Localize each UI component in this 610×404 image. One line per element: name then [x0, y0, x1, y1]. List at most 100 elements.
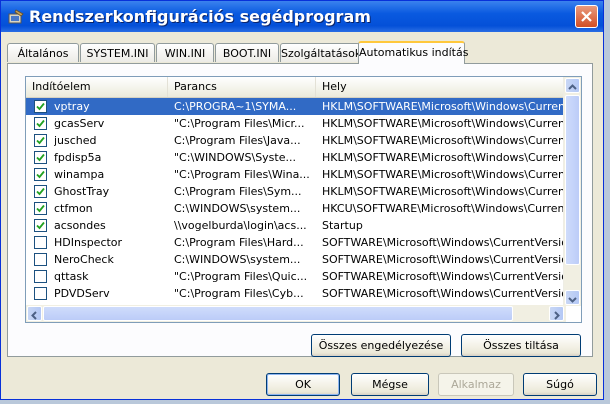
- tab-system-ini[interactable]: SYSTEM.INI: [80, 43, 155, 62]
- startup-item-location: SOFTWARE\Microsoft\Windows\CurrentVersio…: [322, 253, 564, 266]
- startup-item-command: C:\WINDOWS\system...: [174, 202, 301, 215]
- startup-item-checkbox[interactable]: [34, 117, 47, 130]
- list-item[interactable]: GhostTray C:\Program Files\Sym... HKLM\SOF…: [26, 183, 566, 200]
- dialog-window: Rendszerkonfigurációs segédprogram Által…: [0, 0, 604, 400]
- startup-item-command: C:\Program Files\Sym...: [174, 185, 302, 198]
- startup-item-location: SOFTWARE\Microsoft\Windows\CurrentVersio…: [322, 270, 564, 283]
- list-item[interactable]: fpdisp5a "C:\WINDOWS\Syste... HKLM\SOFTWAR…: [26, 149, 566, 166]
- startup-item-location: HKLM\SOFTWARE\Microsoft\Windows\CurrentV…: [322, 117, 564, 130]
- scroll-right-button[interactable]: [549, 306, 564, 321]
- arrow-right-icon: [554, 311, 560, 320]
- list-item[interactable]: PDVDServ "C:\Program Files\Cyb... SOFTWARE…: [26, 285, 566, 302]
- arrow-left-icon: [31, 311, 37, 320]
- list-item[interactable]: vptray C:\PROGRA~1\SYMA... HKLM\SOFTWARE\M…: [26, 98, 566, 115]
- startup-item-name: winampa: [54, 168, 105, 181]
- startup-item-command: "C:\Program Files\Micr...: [174, 117, 305, 130]
- tab-boot-ini[interactable]: BOOT.INI: [215, 43, 279, 62]
- list-item[interactable]: NeroCheck C:\WINDOWS\system... SOFTWARE\Mi…: [26, 251, 566, 268]
- startup-item-checkbox[interactable]: [34, 253, 47, 266]
- tab-win-ini[interactable]: WIN.INI: [156, 43, 214, 62]
- startup-item-checkbox[interactable]: [34, 287, 47, 300]
- startup-item-checkbox[interactable]: [34, 100, 47, 113]
- startup-item-command: "C:\Program Files\Cyb...: [174, 287, 304, 300]
- list-item[interactable]: winampa "C:\Program Files\Wina... HKLM\SOF…: [26, 166, 566, 183]
- horizontal-scrollbar[interactable]: [26, 305, 566, 322]
- list-item[interactable]: HDInspector C:\Program Files\Hard... SOFTW…: [26, 234, 566, 251]
- cancel-button[interactable]: Mégse: [351, 373, 429, 396]
- tab-services[interactable]: Szolgáltatások: [280, 43, 361, 62]
- column-header-startup-item[interactable]: Indítóelem: [26, 77, 168, 97]
- startup-item-checkbox[interactable]: [34, 168, 47, 181]
- tab-label: WIN.INI: [164, 47, 206, 60]
- horizontal-scroll-thumb[interactable]: [43, 306, 513, 321]
- list-item[interactable]: jusched C:\Program Files\Java... HKLM\SOFT…: [26, 132, 566, 149]
- list-item[interactable]: acsondes \\vogelburda\login\acs... Startup: [26, 217, 566, 234]
- column-header-location[interactable]: Hely: [316, 77, 566, 97]
- startup-item-name: NeroCheck: [54, 253, 114, 266]
- checkmark-icon: [36, 102, 45, 111]
- startup-item-name: qttask: [54, 270, 89, 283]
- ok-button[interactable]: OK: [266, 373, 340, 396]
- close-button[interactable]: [575, 5, 598, 28]
- vertical-scrollbar[interactable]: [563, 77, 581, 306]
- startup-item-checkbox[interactable]: [34, 236, 47, 249]
- startup-item-name: HDInspector: [54, 236, 123, 249]
- startup-item-location: HKLM\SOFTWARE\Microsoft\Windows\CurrentV…: [322, 134, 564, 147]
- startup-item-location: SOFTWARE\Microsoft\Windows\CurrentVersio…: [322, 287, 564, 300]
- msconfig-app-icon: [7, 8, 25, 26]
- scroll-down-button[interactable]: [565, 290, 580, 305]
- startup-item-command: "C:\WINDOWS\Syste...: [174, 151, 296, 164]
- tab-startup[interactable]: Automatikus indítás: [358, 41, 469, 64]
- list-item[interactable]: qttask "C:\Program Files\Quic... SOFTWARE\…: [26, 268, 566, 285]
- window-title: Rendszerkonfigurációs segédprogram: [29, 7, 371, 26]
- startup-item-command: C:\PROGRA~1\SYMA...: [174, 100, 297, 113]
- startup-item-command: "C:\Program Files\Quic...: [174, 270, 308, 283]
- startup-item-name: gcasServ: [54, 117, 105, 130]
- enable-all-button[interactable]: Összes engedélyezése: [311, 334, 451, 357]
- startup-item-command: C:\Program Files\Hard...: [174, 236, 304, 249]
- tab-label: SYSTEM.INI: [86, 47, 149, 60]
- startup-item-location: Startup: [322, 219, 363, 232]
- startup-item-checkbox[interactable]: [34, 185, 47, 198]
- checkmark-icon: [36, 170, 45, 179]
- startup-item-command: C:\Program Files\Java...: [174, 134, 301, 147]
- startup-item-checkbox[interactable]: [34, 134, 47, 147]
- startup-item-location: HKLM\SOFTWARE\Microsoft\Windows\CurrentV…: [322, 168, 564, 181]
- startup-item-checkbox[interactable]: [34, 202, 47, 215]
- title-bar[interactable]: Rendszerkonfigurációs segédprogram: [1, 1, 603, 32]
- list-item[interactable]: gcasServ "C:\Program Files\Micr... HKLM\SO…: [26, 115, 566, 132]
- startup-item-location: HKLM\SOFTWARE\Microsoft\Windows\CurrentV…: [322, 151, 564, 164]
- list-item[interactable]: ctfmon C:\WINDOWS\system... HKCU\SOFTWARE\…: [26, 200, 566, 217]
- startup-item-checkbox[interactable]: [34, 219, 47, 232]
- scroll-left-button[interactable]: [27, 306, 42, 321]
- tab-label: Automatikus indítás: [359, 46, 469, 59]
- list-header: Indítóelem Parancs Hely: [26, 77, 566, 98]
- startup-item-name: fpdisp5a: [54, 151, 102, 164]
- startup-item-command: "C:\Program Files\Wina...: [174, 168, 310, 181]
- checkmark-icon: [36, 136, 45, 145]
- tab-label: Általános: [17, 47, 69, 60]
- startup-item-checkbox[interactable]: [34, 151, 47, 164]
- startup-item-name: ctfmon: [54, 202, 93, 215]
- startup-item-name: GhostTray: [54, 185, 110, 198]
- startup-item-location: HKCU\SOFTWARE\Microsoft\Windows\CurrentV…: [322, 202, 564, 215]
- checkmark-icon: [36, 204, 45, 213]
- checkmark-icon: [36, 187, 45, 196]
- help-button[interactable]: Súgó: [523, 373, 597, 396]
- startup-item-checkbox[interactable]: [34, 270, 47, 283]
- startup-item-name: jusched: [54, 134, 97, 147]
- startup-item-command: C:\WINDOWS\system...: [174, 253, 301, 266]
- column-header-command[interactable]: Parancs: [168, 77, 316, 97]
- tab-general[interactable]: Általános: [7, 43, 79, 62]
- startup-item-location: HKLM\SOFTWARE\Microsoft\Windows\CurrentV…: [322, 185, 564, 198]
- disable-all-button[interactable]: Összes tiltása: [461, 334, 581, 357]
- scroll-up-button[interactable]: [565, 78, 580, 93]
- arrow-down-icon: [568, 297, 577, 303]
- startup-item-location: SOFTWARE\Microsoft\Windows\CurrentVersio…: [322, 236, 564, 249]
- startup-item-location: HKLM\SOFTWARE\Microsoft\Windows\CurrentV…: [322, 100, 564, 113]
- startup-items-list: Indítóelem Parancs Hely vptray C:\PROGRA~…: [25, 76, 582, 323]
- startup-item-name: acsondes: [54, 219, 106, 232]
- apply-button[interactable]: Alkalmaz: [438, 373, 514, 396]
- arrow-up-icon: [568, 84, 577, 90]
- vertical-scroll-thumb[interactable]: [565, 95, 580, 265]
